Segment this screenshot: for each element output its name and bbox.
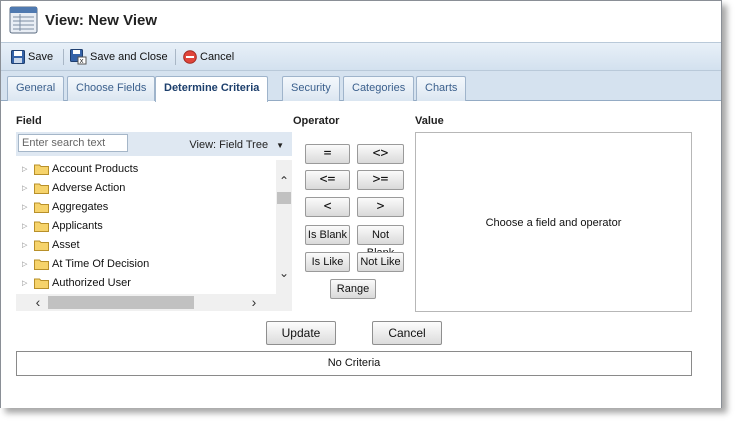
value-placeholder-message: Choose a field and operator <box>485 217 622 229</box>
update-button[interactable]: Update <box>266 321 336 345</box>
tree-item-label: Aggregates <box>52 201 109 213</box>
operator-not-like-button[interactable]: Not Like <box>357 252 404 272</box>
cancel-circle-icon <box>183 50 197 64</box>
folder-icon <box>34 240 49 251</box>
tab-determine-criteria[interactable]: Determine Criteria <box>155 76 269 102</box>
field-search-input[interactable] <box>18 134 128 152</box>
toolbar: Save x Save and Close Cancel <box>1 42 721 71</box>
tree-item-authorized-user[interactable]: ▷ Authorized User <box>16 274 131 292</box>
toolbar-divider <box>175 49 176 65</box>
toolbar-divider <box>63 49 64 65</box>
tree-item-asset[interactable]: ▷ Asset <box>16 236 80 254</box>
expand-arrow-icon[interactable]: ▷ <box>22 165 32 173</box>
field-tree: ▷ Account Products ▷ Adverse Action ▷ Ag… <box>16 160 276 294</box>
scroll-left-icon[interactable]: ‹ <box>30 294 46 311</box>
tree-item-account-products[interactable]: ▷ Account Products <box>16 160 138 178</box>
save-and-close-button[interactable]: x Save and Close <box>70 49 168 65</box>
operator-less-equal-button[interactable]: <= <box>305 170 350 190</box>
expand-arrow-icon[interactable]: ▷ <box>22 241 32 249</box>
toolbar-cancel-label: Cancel <box>200 51 235 63</box>
table-view-icon <box>9 6 38 34</box>
toolbar-cancel-button[interactable]: Cancel <box>183 49 234 65</box>
svg-text:x: x <box>80 57 84 65</box>
tab-categories[interactable]: Categories <box>343 76 415 101</box>
criteria-content: Field Operator Value View: Field Tree ▼ … <box>1 102 721 408</box>
criteria-cancel-button[interactable]: Cancel <box>372 321 442 345</box>
expand-arrow-icon[interactable]: ▷ <box>22 184 32 192</box>
save-and-close-label: Save and Close <box>90 51 168 63</box>
save-button[interactable]: Save <box>11 49 53 65</box>
tree-vertical-scrollbar[interactable]: ⌃ ⌄ <box>276 160 292 294</box>
criteria-list: No Criteria <box>16 351 692 376</box>
tab-general[interactable]: General <box>7 76 65 101</box>
scroll-up-icon[interactable]: ⌃ <box>278 174 290 188</box>
field-panel: View: Field Tree ▼ ▷ Account Products ▷ … <box>16 132 292 311</box>
operator-greater-equal-button[interactable]: >= <box>357 170 404 190</box>
operator-is-like-button[interactable]: Is Like <box>305 252 350 272</box>
tree-item-label: Account Products <box>52 163 139 175</box>
tree-item-label: At Time Of Decision <box>52 258 150 270</box>
expand-arrow-icon[interactable]: ▷ <box>22 279 32 287</box>
scrollbar-thumb[interactable] <box>277 192 291 204</box>
expand-arrow-icon[interactable]: ▷ <box>22 260 32 268</box>
value-panel[interactable]: Choose a field and operator <box>415 132 692 312</box>
tree-item-label: Authorized User <box>52 277 131 289</box>
folder-icon <box>34 278 49 289</box>
tab-charts[interactable]: Charts <box>416 76 467 101</box>
expand-arrow-icon[interactable]: ▷ <box>22 222 32 230</box>
tree-item-label: Asset <box>52 239 80 251</box>
view-editor-window: View: New View Save x Save and Close Can… <box>0 0 722 408</box>
operator-equals-button[interactable]: = <box>305 144 350 164</box>
scrollbar-thumb[interactable] <box>48 296 194 309</box>
operator-is-blank-button[interactable]: Is Blank <box>305 225 350 245</box>
expand-arrow-icon[interactable]: ▷ <box>22 203 32 211</box>
operator-range-button[interactable]: Range <box>330 279 376 299</box>
floppy-disk-icon <box>11 50 25 64</box>
operator-greater-than-button[interactable]: > <box>357 197 404 217</box>
operator-not-equals-button[interactable]: <> <box>357 144 404 164</box>
save-close-icon: x <box>70 49 87 65</box>
tree-item-label: Applicants <box>52 220 103 232</box>
field-panel-header: View: Field Tree ▼ <box>16 132 292 156</box>
folder-icon <box>34 202 49 213</box>
tree-item-at-time-of-decision[interactable]: ▷ At Time Of Decision <box>16 255 149 273</box>
tab-choose-fields[interactable]: Choose Fields <box>67 76 156 101</box>
field-heading: Field <box>16 115 42 127</box>
tree-item-label: Adverse Action <box>52 182 126 194</box>
operator-not-blank-button[interactable]: Not Blank <box>357 225 404 259</box>
operator-less-than-button[interactable]: < <box>305 197 350 217</box>
view-mode-label: View: Field Tree <box>189 139 269 151</box>
operator-heading: Operator <box>293 115 340 127</box>
dropdown-arrow-icon: ▼ <box>276 140 284 150</box>
scroll-right-icon[interactable]: › <box>246 294 262 311</box>
folder-icon <box>34 164 49 175</box>
save-label: Save <box>28 51 54 63</box>
folder-icon <box>34 259 49 270</box>
value-heading: Value <box>415 115 444 127</box>
view-mode-dropdown[interactable]: View: Field Tree ▼ <box>189 139 284 151</box>
tree-horizontal-scrollbar[interactable]: ‹ › <box>16 294 292 311</box>
tree-item-adverse-action[interactable]: ▷ Adverse Action <box>16 179 125 197</box>
tree-item-aggregates[interactable]: ▷ Aggregates <box>16 198 108 216</box>
title-bar: View: New View <box>1 1 721 41</box>
tree-item-applicants[interactable]: ▷ Applicants <box>16 217 103 235</box>
window-title: View: New View <box>45 12 157 29</box>
tab-strip: General Choose Fields Determine Criteria… <box>1 71 721 102</box>
folder-icon <box>34 183 49 194</box>
scroll-down-icon[interactable]: ⌄ <box>278 266 290 280</box>
folder-icon <box>34 221 49 232</box>
tab-security[interactable]: Security <box>282 76 340 101</box>
